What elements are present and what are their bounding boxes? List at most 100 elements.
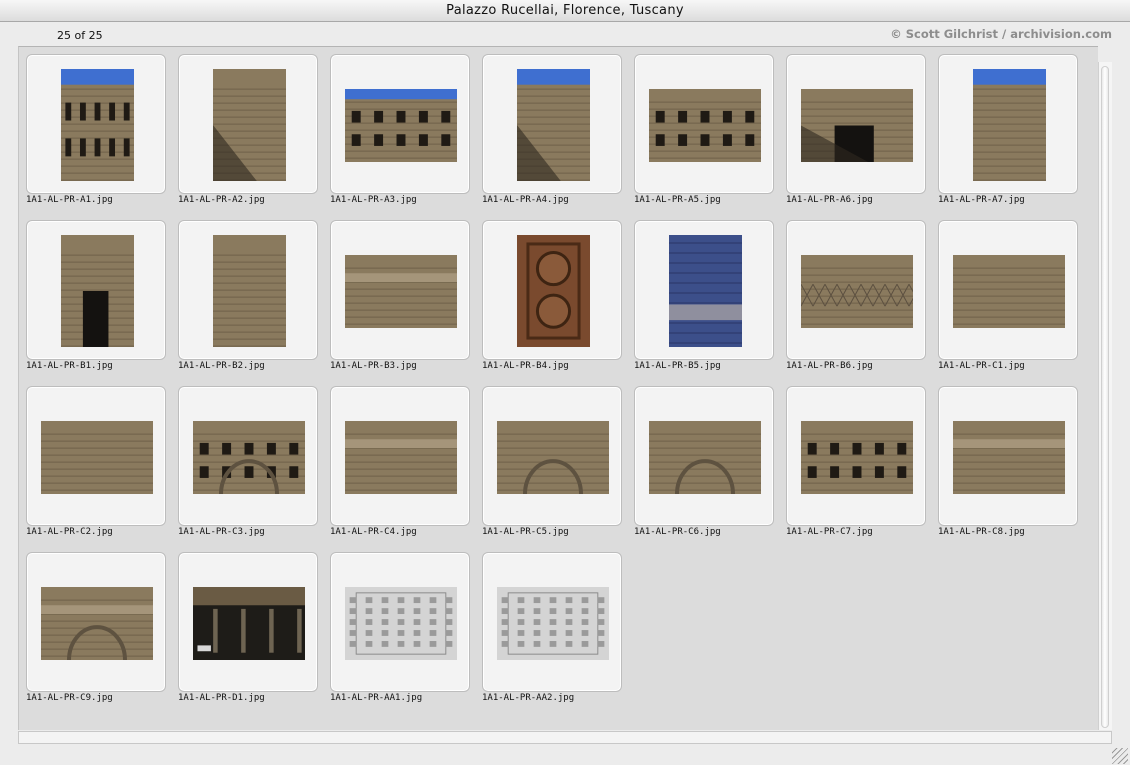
thumbnail-item[interactable]: 1A1-AL-PR-C7.jpg [779,379,931,545]
slide-frame[interactable] [178,220,318,360]
thumbnail-item[interactable]: 1A1-AL-PR-C5.jpg [475,379,627,545]
slide-frame[interactable] [938,54,1078,194]
copyright-credit: © Scott Gilchrist / archivision.com [890,27,1112,41]
thumbnail-item[interactable]: 1A1-AL-PR-A2.jpg [171,47,323,213]
thumbnail-filename: 1A1-AL-PR-C3.jpg [178,527,265,537]
thumbnail-image[interactable] [649,88,761,162]
thumbnail-item[interactable]: 1A1-AL-PR-C6.jpg [627,379,779,545]
info-bar: 25 of 25 © Scott Gilchrist / archivision… [0,22,1130,46]
thumbnail-item[interactable]: 1A1-AL-PR-C9.jpg [19,545,171,711]
thumbnail-filename: 1A1-AL-PR-B5.jpg [634,361,721,371]
thumbnail-item[interactable]: 1A1-AL-PR-AA2.jpg [475,545,627,711]
slide-frame[interactable] [482,220,622,360]
slide-frame[interactable] [178,54,318,194]
thumbnail-image[interactable] [345,420,457,494]
slide-frame[interactable] [482,386,622,526]
thumbnail-filename: 1A1-AL-PR-C9.jpg [26,693,113,703]
window-title: Palazzo Rucellai, Florence, Tuscany [0,0,1130,22]
thumbnail-filename: 1A1-AL-PR-B2.jpg [178,361,265,371]
thumbnail-grid: 1A1-AL-PR-A1.jpg 1A1-AL-PR-A2.jpg 1A1-AL-P… [19,47,1099,731]
thumbnail-image[interactable] [193,586,305,660]
thumbnail-image[interactable] [345,88,457,162]
slide-frame[interactable] [482,54,622,194]
slide-frame[interactable] [330,220,470,360]
slide-frame[interactable] [330,386,470,526]
thumbnail-filename: 1A1-AL-PR-A3.jpg [330,195,417,205]
thumbnail-item[interactable]: 1A1-AL-PR-B3.jpg [323,213,475,379]
slide-frame[interactable] [938,220,1078,360]
thumbnail-item[interactable]: 1A1-AL-PR-AA1.jpg [323,545,475,711]
thumbnail-image[interactable] [212,69,286,181]
slide-frame[interactable] [938,386,1078,526]
thumbnail-image[interactable] [516,235,590,347]
thumbnail-image[interactable] [649,420,761,494]
horizontal-scrollbar[interactable] [18,731,1112,744]
slide-frame[interactable] [634,220,774,360]
thumbnail-item[interactable]: 1A1-AL-PR-C2.jpg [19,379,171,545]
thumbnail-filename: 1A1-AL-PR-A2.jpg [178,195,265,205]
thumbnail-item[interactable]: 1A1-AL-PR-C8.jpg [931,379,1083,545]
slide-frame[interactable] [786,386,926,526]
thumbnail-item[interactable]: 1A1-AL-PR-B4.jpg [475,213,627,379]
thumbnail-filename: 1A1-AL-PR-C4.jpg [330,527,417,537]
thumbnail-image[interactable] [497,420,609,494]
thumbnail-item[interactable]: 1A1-AL-PR-A3.jpg [323,47,475,213]
thumbnail-image[interactable] [193,420,305,494]
thumbnail-item[interactable]: 1A1-AL-PR-C4.jpg [323,379,475,545]
slide-frame[interactable] [26,220,166,360]
slide-frame[interactable] [178,552,318,692]
thumbnail-image[interactable] [801,254,913,328]
thumbnail-image[interactable] [801,420,913,494]
thumbnail-filename: 1A1-AL-PR-C7.jpg [786,527,873,537]
thumbnail-item[interactable]: 1A1-AL-PR-A1.jpg [19,47,171,213]
thumbnail-filename: 1A1-AL-PR-B4.jpg [482,361,569,371]
thumbnail-item[interactable]: 1A1-AL-PR-A6.jpg [779,47,931,213]
image-count: 25 of 25 [57,29,103,42]
thumbnail-item[interactable]: 1A1-AL-PR-A4.jpg [475,47,627,213]
slide-frame[interactable] [26,386,166,526]
slide-frame[interactable] [786,54,926,194]
slide-frame[interactable] [634,386,774,526]
thumbnail-image[interactable] [516,69,590,181]
thumbnail-filename: 1A1-AL-PR-C2.jpg [26,527,113,537]
vertical-scroll-thumb[interactable] [1101,66,1109,728]
thumbnail-filename: 1A1-AL-PR-A6.jpg [786,195,873,205]
thumbnail-filename: 1A1-AL-PR-A4.jpg [482,195,569,205]
thumbnail-item[interactable]: 1A1-AL-PR-C3.jpg [171,379,323,545]
thumbnail-image[interactable] [972,69,1046,181]
thumbnail-item[interactable]: 1A1-AL-PR-B5.jpg [627,213,779,379]
thumbnail-image[interactable] [801,88,913,162]
thumbnail-image[interactable] [345,586,457,660]
thumbnail-image[interactable] [497,586,609,660]
thumbnail-filename: 1A1-AL-PR-C5.jpg [482,527,569,537]
thumbnail-image[interactable] [668,235,742,347]
resize-grip-icon[interactable] [1112,748,1128,764]
slide-frame[interactable] [786,220,926,360]
slide-frame[interactable] [178,386,318,526]
thumbnail-filename: 1A1-AL-PR-AA1.jpg [330,693,423,703]
thumbnail-item[interactable]: 1A1-AL-PR-B2.jpg [171,213,323,379]
thumbnail-image[interactable] [345,254,457,328]
thumbnail-item[interactable]: 1A1-AL-PR-D1.jpg [171,545,323,711]
slide-frame[interactable] [330,54,470,194]
slide-frame[interactable] [26,552,166,692]
thumbnail-filename: 1A1-AL-PR-B6.jpg [786,361,873,371]
thumbnail-image[interactable] [953,254,1065,328]
slide-frame[interactable] [634,54,774,194]
thumbnail-image[interactable] [60,235,134,347]
thumbnail-image[interactable] [60,69,134,181]
slide-frame[interactable] [26,54,166,194]
thumbnail-image[interactable] [41,420,153,494]
thumbnail-item[interactable]: 1A1-AL-PR-B6.jpg [779,213,931,379]
thumbnail-image[interactable] [212,235,286,347]
thumbnail-item[interactable]: 1A1-AL-PR-C1.jpg [931,213,1083,379]
thumbnail-image[interactable] [953,420,1065,494]
thumbnail-filename: 1A1-AL-PR-A1.jpg [26,195,113,205]
thumbnail-item[interactable]: 1A1-AL-PR-A7.jpg [931,47,1083,213]
slide-frame[interactable] [330,552,470,692]
thumbnail-filename: 1A1-AL-PR-AA2.jpg [482,693,575,703]
slide-frame[interactable] [482,552,622,692]
thumbnail-item[interactable]: 1A1-AL-PR-A5.jpg [627,47,779,213]
thumbnail-item[interactable]: 1A1-AL-PR-B1.jpg [19,213,171,379]
thumbnail-image[interactable] [41,586,153,660]
